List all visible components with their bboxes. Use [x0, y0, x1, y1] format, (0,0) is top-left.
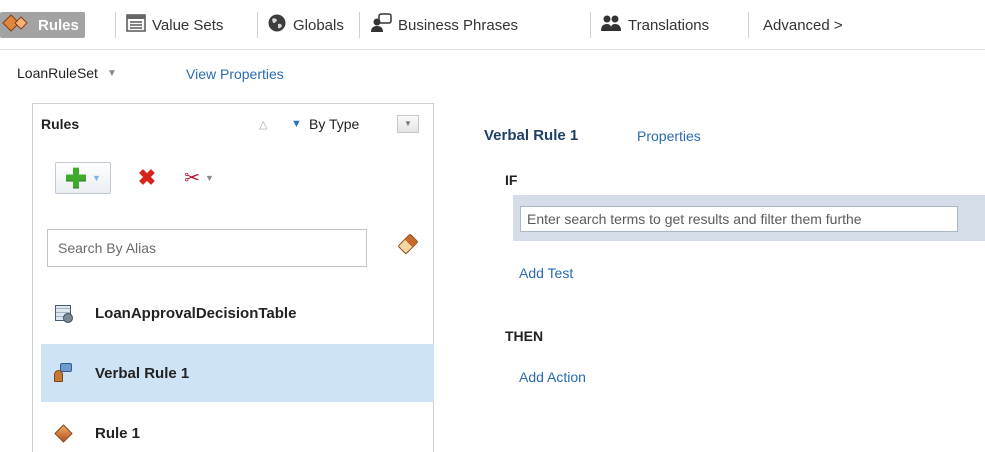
rule-list-item[interactable]: LoanApprovalDecisionTable	[41, 284, 434, 342]
eraser-icon[interactable]	[397, 233, 419, 255]
tab-advanced[interactable]: Advanced >	[763, 12, 843, 38]
tab-separator	[257, 12, 258, 38]
tab-rules[interactable]: Rules	[0, 12, 85, 38]
condition-search-input[interactable]	[520, 206, 958, 232]
decision-table-icon	[53, 303, 73, 323]
top-tab-bar: Rules Value Sets Globals Business Phrase…	[0, 0, 985, 50]
sort-ascending-icon[interactable]: △	[259, 118, 267, 131]
add-action-link[interactable]: Add Action	[519, 369, 586, 385]
add-rule-button[interactable]: ✚ ▼	[55, 162, 111, 194]
chevron-down-icon: ▼	[205, 173, 214, 183]
globe-icon	[267, 13, 287, 37]
tab-label: Business Phrases	[398, 16, 519, 34]
tab-label: Translations	[628, 16, 710, 34]
tab-label: Advanced >	[763, 16, 843, 34]
rule-list-item-label: Rule 1	[95, 424, 141, 442]
view-properties-link[interactable]: View Properties	[186, 66, 284, 82]
rules-panel: Rules △ ▼ By Type ▼ ✚ ▼ ✖ ✂ ▼ LoanApprov…	[32, 103, 434, 452]
rule-properties-link[interactable]: Properties	[637, 128, 701, 144]
rule-list-item-selected[interactable]: Verbal Rule 1	[41, 344, 434, 402]
tab-translations[interactable]: Translations	[600, 12, 709, 38]
tab-separator	[359, 12, 360, 38]
sort-descending-icon[interactable]: ▼	[291, 118, 302, 130]
chevron-down-icon: ▼	[91, 173, 101, 183]
tab-business-phrases[interactable]: Business Phrases	[370, 12, 518, 38]
scissors-icon: ✂	[184, 167, 200, 189]
tab-value-sets[interactable]: Value Sets	[126, 12, 223, 38]
add-test-link[interactable]: Add Test	[519, 265, 573, 281]
plus-icon: ✚	[65, 163, 87, 193]
translations-icon	[600, 13, 622, 37]
then-label: THEN	[505, 328, 544, 344]
delete-x-icon: ✖	[137, 165, 157, 190]
ruleset-name: LoanRuleSet	[17, 65, 98, 81]
rule-diamond-icon	[53, 423, 73, 443]
chevron-down-icon: ▼	[106, 67, 117, 79]
business-phrases-icon	[370, 13, 392, 37]
tab-label: Globals	[293, 16, 344, 34]
if-label: IF	[505, 172, 518, 188]
search-by-alias-input[interactable]	[47, 229, 367, 267]
cut-rule-button[interactable]: ✂ ▼	[179, 162, 219, 194]
rules-diamond-icon	[2, 14, 32, 36]
value-sets-icon	[126, 14, 146, 36]
tab-separator	[590, 12, 591, 38]
tab-separator	[748, 12, 749, 38]
ruleset-dropdown[interactable]: LoanRuleSet ▼	[17, 65, 117, 81]
rule-list-item-label: Verbal Rule 1	[95, 364, 190, 382]
sort-by-type-label: By Type	[309, 116, 360, 132]
rule-list-item[interactable]: Rule 1	[41, 404, 434, 452]
verbal-rule-icon	[53, 363, 73, 383]
rule-editor-title: Verbal Rule 1	[484, 127, 579, 144]
rules-panel-title: Rules	[41, 116, 80, 132]
tab-separator	[115, 12, 116, 38]
tab-label: Value Sets	[152, 16, 224, 34]
sort-type-dropdown-button[interactable]: ▼	[397, 115, 419, 133]
tab-globals[interactable]: Globals	[267, 12, 344, 38]
delete-rule-button[interactable]: ✖	[133, 162, 161, 194]
tab-label: Rules	[38, 16, 79, 34]
rule-list-item-label: LoanApprovalDecisionTable	[95, 304, 297, 322]
